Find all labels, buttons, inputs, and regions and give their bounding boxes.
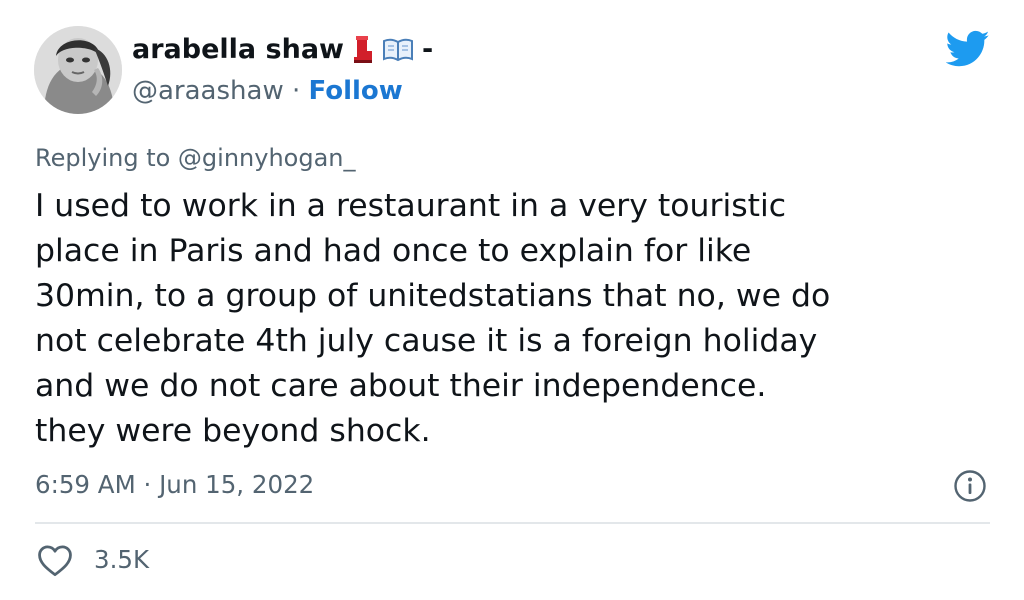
replying-to[interactable]: Replying to @ginnyhogan_: [35, 142, 356, 174]
heart-icon[interactable]: [36, 543, 74, 577]
tweet-text-line: place in Paris and had once to explain f…: [35, 233, 752, 269]
handle-separator: ·: [283, 76, 309, 106]
tweet-text: I used to work in a restaurant in a very…: [35, 184, 995, 454]
avatar[interactable]: [34, 26, 122, 114]
info-icon[interactable]: [953, 469, 987, 503]
author-handle[interactable]: @araashaw: [132, 76, 284, 106]
tweet-text-line: and we do not care about their independe…: [35, 368, 767, 404]
like-button[interactable]: 3.5K: [36, 543, 149, 577]
tweet-text-line: 30min, to a group of unitedstatians that…: [35, 278, 831, 314]
like-count: 3.5K: [94, 545, 150, 574]
tweet-text-line: not celebrate 4th july cause it is a for…: [35, 323, 818, 359]
tweet-text-line: they were beyond shock.: [35, 413, 431, 449]
twitter-bird-icon[interactable]: [946, 30, 990, 68]
divider: [35, 522, 990, 524]
author-name-row[interactable]: arabella shaw -: [132, 33, 433, 67]
follow-button[interactable]: Follow: [309, 76, 403, 106]
tweet-text-line: I used to work in a restaurant in a very…: [35, 188, 787, 224]
avatar-photo: [34, 26, 122, 114]
name-suffix: -: [421, 34, 434, 65]
handle-row: @araashaw · Follow: [132, 74, 403, 108]
boot-emoji: [352, 35, 374, 65]
author-name[interactable]: arabella shaw: [132, 33, 344, 67]
tweet-timestamp[interactable]: 6:59 AM · Jun 15, 2022: [35, 468, 314, 502]
open-book-emoji: [382, 37, 414, 63]
tweet-card: arabella shaw - @araashaw · Follow Reply…: [0, 0, 1024, 600]
